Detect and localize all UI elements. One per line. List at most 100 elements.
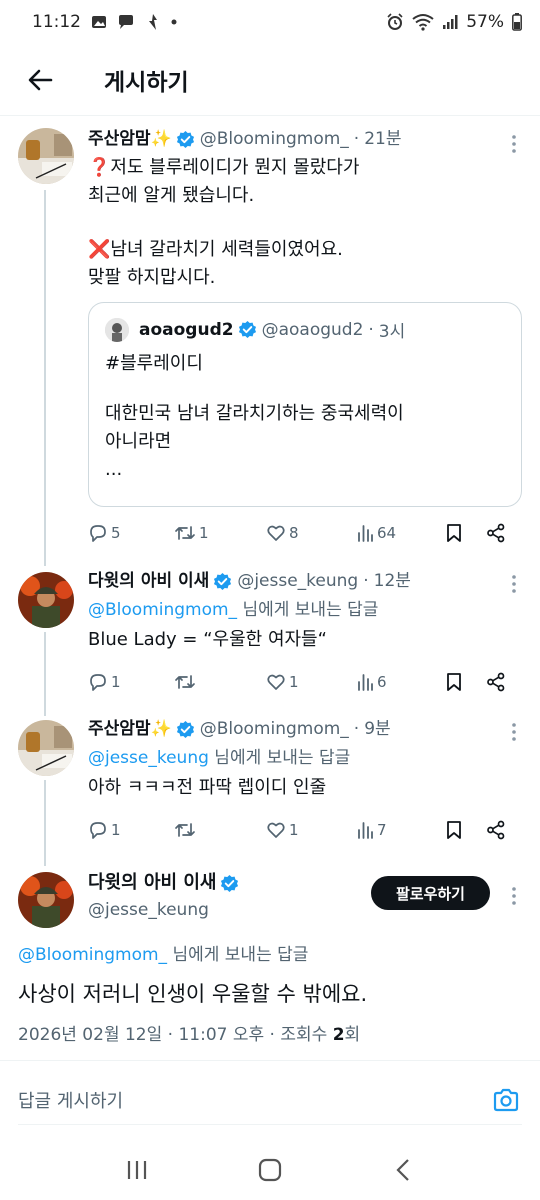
tweet-text: Blue Lady = “우울한 여자들“ [88,629,327,650]
wifi-icon [412,13,434,31]
bookmark-icon [447,821,461,839]
divider [18,1124,522,1125]
like-button[interactable]: 1 [266,820,356,840]
sparkle-emoji: ✨ [150,129,172,149]
reply-composer[interactable]: 답글 게시하기 [0,1078,540,1122]
verified-badge-icon [176,720,195,739]
separator: · [353,129,360,149]
gallery-notification-icon [91,14,107,30]
timestamp[interactable]: 9분 [364,718,390,740]
author-handle[interactable]: @jesse_keung [237,570,358,592]
back-nav-button[interactable] [383,1150,423,1190]
retweet-button[interactable] [174,672,266,692]
share-icon [487,820,505,840]
app-notification-icon [145,13,161,31]
quote-text: #블루레이디 [105,353,203,374]
alarm-icon [386,13,404,31]
reply-context: @jesse_keung 님에게 보내는 답글 [88,745,524,771]
avatar[interactable] [18,872,74,928]
tweet-meta: 2026년 02월 12일 · 11:07 오후 · 조회수 2회 [18,1020,360,1045]
retweet-button[interactable] [174,820,266,840]
separator: · [363,571,369,591]
home-button[interactable] [250,1150,290,1190]
views-icon [358,674,373,691]
quote-avatar [105,317,129,342]
timestamp[interactable]: 21분 [364,128,401,150]
tweet[interactable]: 주산암맘 ✨ @Bloomingmom_ · 21분 ❓저도 블루레이디가 뭔지… [0,128,540,558]
bookmark-button[interactable] [446,523,486,543]
like-button[interactable]: 1 [266,672,356,692]
more-icon [512,887,516,905]
quote-text: 대한민국 남녀 갈라치기하는 중국세력이 아니라면 ... [105,403,404,480]
back-arrow-icon [28,69,53,90]
reply-context: @Bloomingmom_ 님에게 보내는 답글 [88,597,524,623]
verified-badge-icon [176,130,195,149]
views-button[interactable]: 7 [356,821,446,839]
retweet-button[interactable]: 1 [174,523,266,543]
divider [0,1060,540,1061]
reply-mention-link[interactable]: @Bloomingmom_ [88,600,237,620]
author-name[interactable]: 주산암맘 [88,128,151,150]
author-name[interactable]: 다윗의 아비 이새 [88,872,216,894]
verified-badge-icon [220,874,239,893]
home-icon [258,1158,282,1182]
tweet[interactable]: 주산암맘 ✨ @Bloomingmom_ · 9분 @jesse_keung 님… [0,718,540,858]
reply-button[interactable]: 5 [88,523,174,543]
avatar[interactable] [18,128,74,184]
recent-apps-button[interactable] [117,1150,157,1190]
reply-button[interactable]: 1 [88,820,174,840]
more-options-button[interactable] [502,572,526,596]
tweet[interactable]: 다윗의 아비 이새 @jesse_keung · 12분 @Bloomingmo… [0,570,540,710]
more-icon [512,575,516,593]
reply-button[interactable]: 1 [88,672,174,692]
more-options-button[interactable] [502,720,526,744]
more-icon [512,135,516,153]
avatar[interactable] [18,720,74,776]
share-button[interactable] [486,523,510,543]
like-icon [267,674,285,690]
bookmark-icon [447,673,461,691]
author-handle[interactable]: @Bloomingmom_ [200,718,349,740]
separator: · [368,319,374,340]
reply-input[interactable]: 답글 게시하기 [18,1087,123,1113]
system-nav-bar [0,1140,540,1200]
tweet-actions: 1 1 7 [88,815,520,845]
tweet-text: ❓저도 블루레이디가 뭔지 몰랐다가 최근에 알게 됐습니다. [88,157,360,206]
quote-author-name: aoaogud2 [139,319,234,340]
like-button[interactable]: 8 [266,523,356,543]
camera-button[interactable] [490,1084,522,1116]
like-icon [267,822,285,838]
more-icon [512,723,516,741]
author-name[interactable]: 다윗의 아비 이새 [88,570,209,592]
author-name[interactable]: 주산암맘 [88,718,151,740]
share-button[interactable] [486,820,510,840]
author-handle[interactable]: @Bloomingmom_ [200,128,349,150]
page-title: 게시하기 [104,69,189,96]
reply-count: 1 [111,821,121,839]
quoted-tweet[interactable]: aoaogud2 @aoaogud2 · 3시 #블루레이디 대한민국 남녀 갈… [88,302,522,507]
views-icon [358,525,373,542]
app-header: 게시하기 [0,44,540,116]
reply-icon [90,525,106,542]
avatar[interactable] [18,572,74,628]
views-button[interactable]: 64 [356,524,446,542]
reply-mention-link[interactable]: @Bloomingmom_ [18,945,167,965]
more-options-button[interactable] [502,132,526,156]
back-button[interactable] [20,60,60,100]
timestamp[interactable]: 12분 [374,570,411,592]
reply-count: 5 [111,524,121,542]
bookmark-button[interactable] [446,672,486,692]
reply-mention-link[interactable]: @jesse_keung [88,748,209,768]
follow-button[interactable]: 팔로우하기 [371,876,490,910]
share-button[interactable] [486,672,510,692]
views-button[interactable]: 6 [356,673,446,691]
view-suffix: 회 [344,1025,361,1045]
bookmark-button[interactable] [446,820,486,840]
more-options-button[interactable] [502,884,526,908]
views-count: 7 [377,821,387,839]
share-icon [487,523,505,543]
retweet-icon [175,823,195,837]
retweet-icon [175,675,195,689]
post-datetime: 2026년 02월 12일 · 11:07 오후 · 조회수 [18,1025,333,1045]
views-icon [358,822,373,839]
